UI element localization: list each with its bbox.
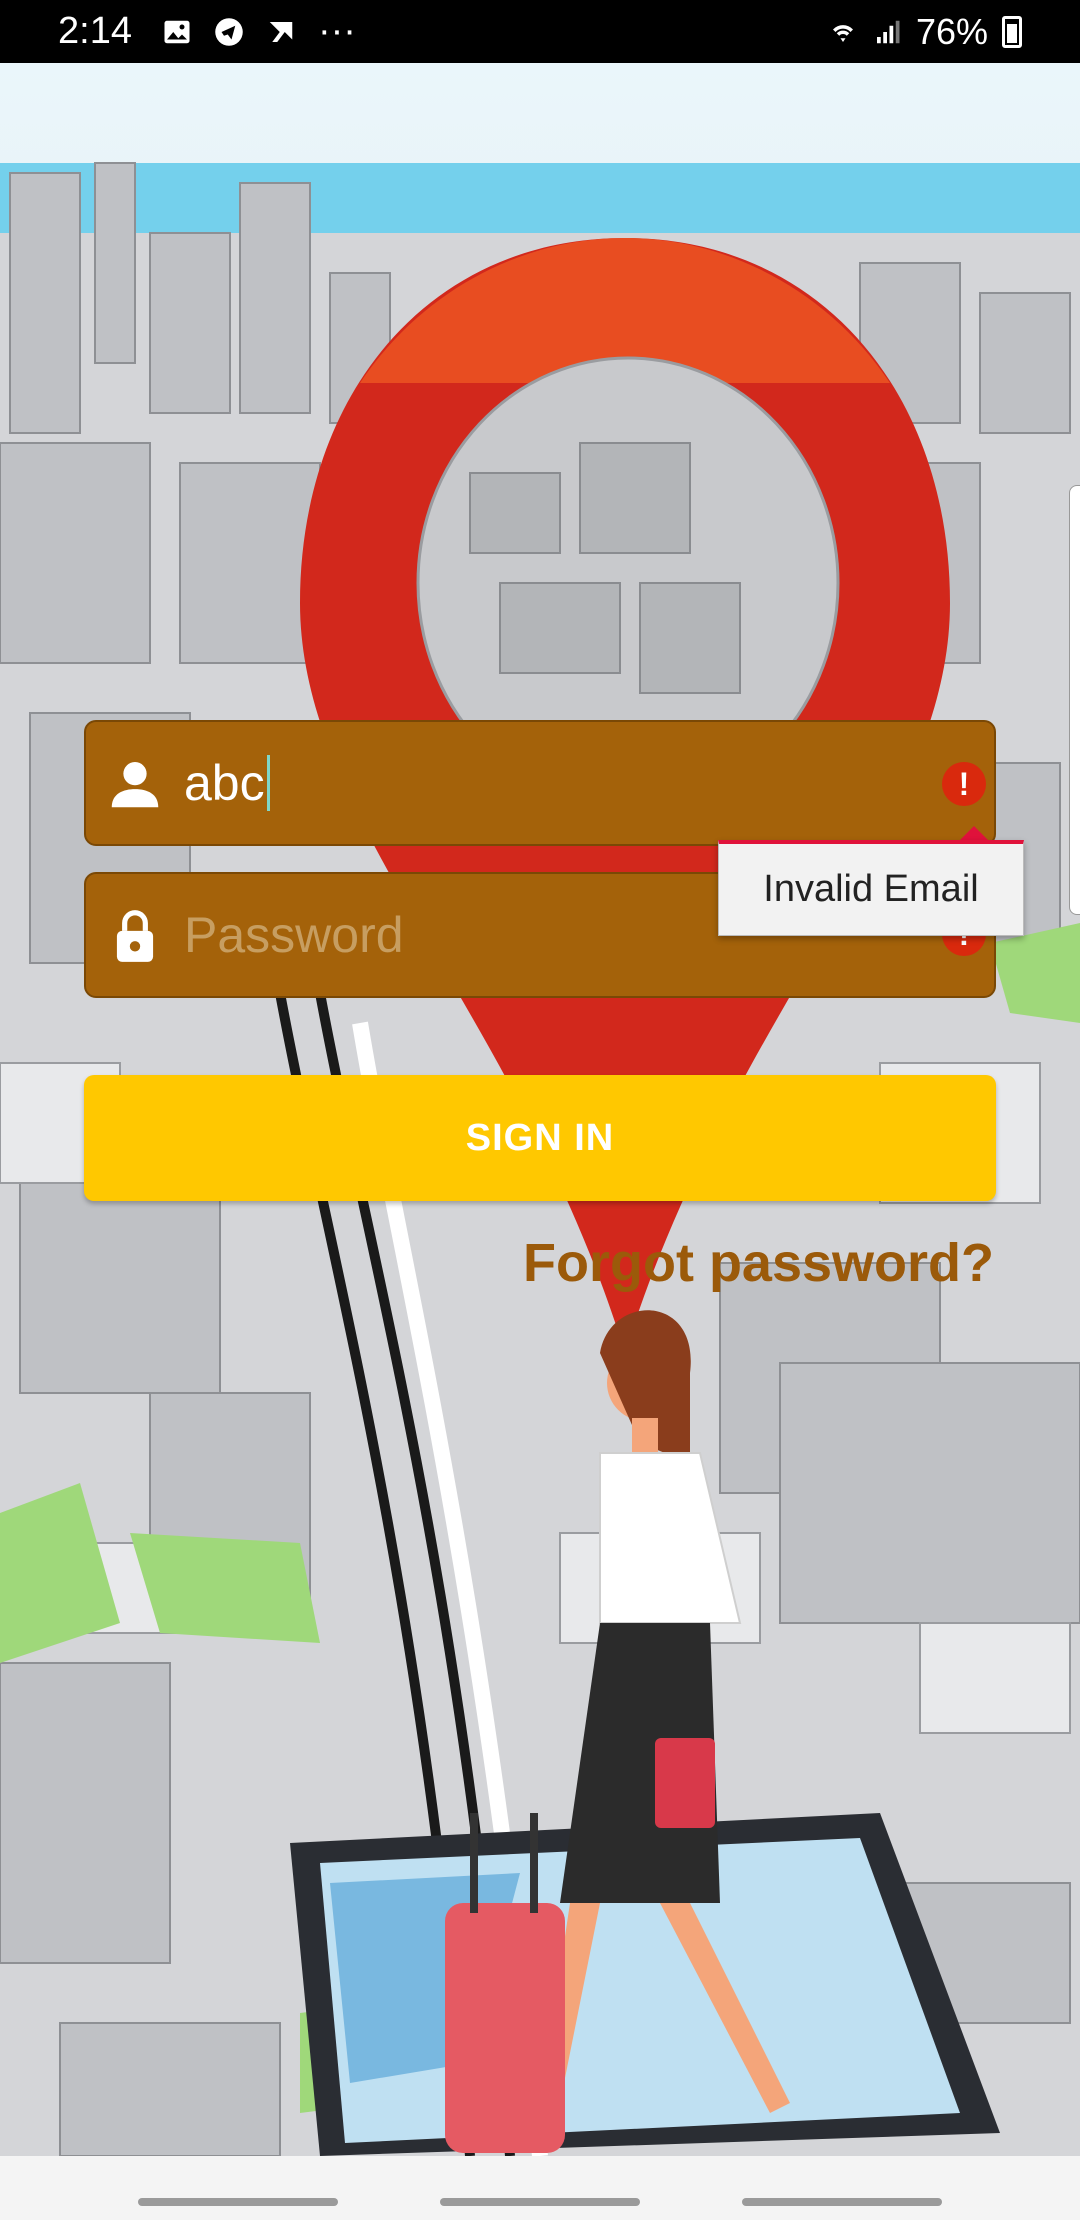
email-error-icon: ! (942, 762, 986, 806)
edge-panel-handle[interactable] (1069, 485, 1080, 915)
sign-in-button[interactable]: SIGN IN (84, 1075, 996, 1201)
wifi-icon (832, 24, 853, 42)
notification-icon (269, 21, 293, 42)
email-value: abc (184, 755, 265, 811)
recents-nav-handle[interactable] (138, 2198, 338, 2206)
email-field[interactable]: abc ! (84, 720, 996, 846)
home-nav-handle[interactable] (440, 2198, 640, 2206)
status-time: 2:14 (58, 10, 132, 52)
gallery-icon (164, 20, 190, 43)
more-notifications-icon: ··· (317, 10, 356, 52)
lock-icon (116, 910, 154, 962)
user-icon (111, 762, 159, 808)
telegram-icon (215, 17, 243, 46)
password-placeholder: Password (184, 907, 404, 963)
error-tooltip: Invalid Email (718, 840, 1024, 936)
sign-in-label: SIGN IN (465, 1116, 615, 1159)
login-screen: 2:14 ··· 76% abc ! Password Invalid Emai… (0, 0, 1080, 2220)
forgot-password-link[interactable]: Forgot password? (523, 1232, 994, 1294)
battery-icon (1002, 15, 1022, 48)
battery-percent: 76% (915, 10, 988, 52)
navigation-bar (0, 2156, 1080, 2220)
signal-icon (876, 20, 900, 43)
status-bar: 2:14 ··· 76% (0, 0, 1080, 63)
error-message: Invalid Email (763, 868, 979, 910)
back-nav-handle[interactable] (742, 2198, 942, 2206)
text-cursor (266, 755, 270, 811)
